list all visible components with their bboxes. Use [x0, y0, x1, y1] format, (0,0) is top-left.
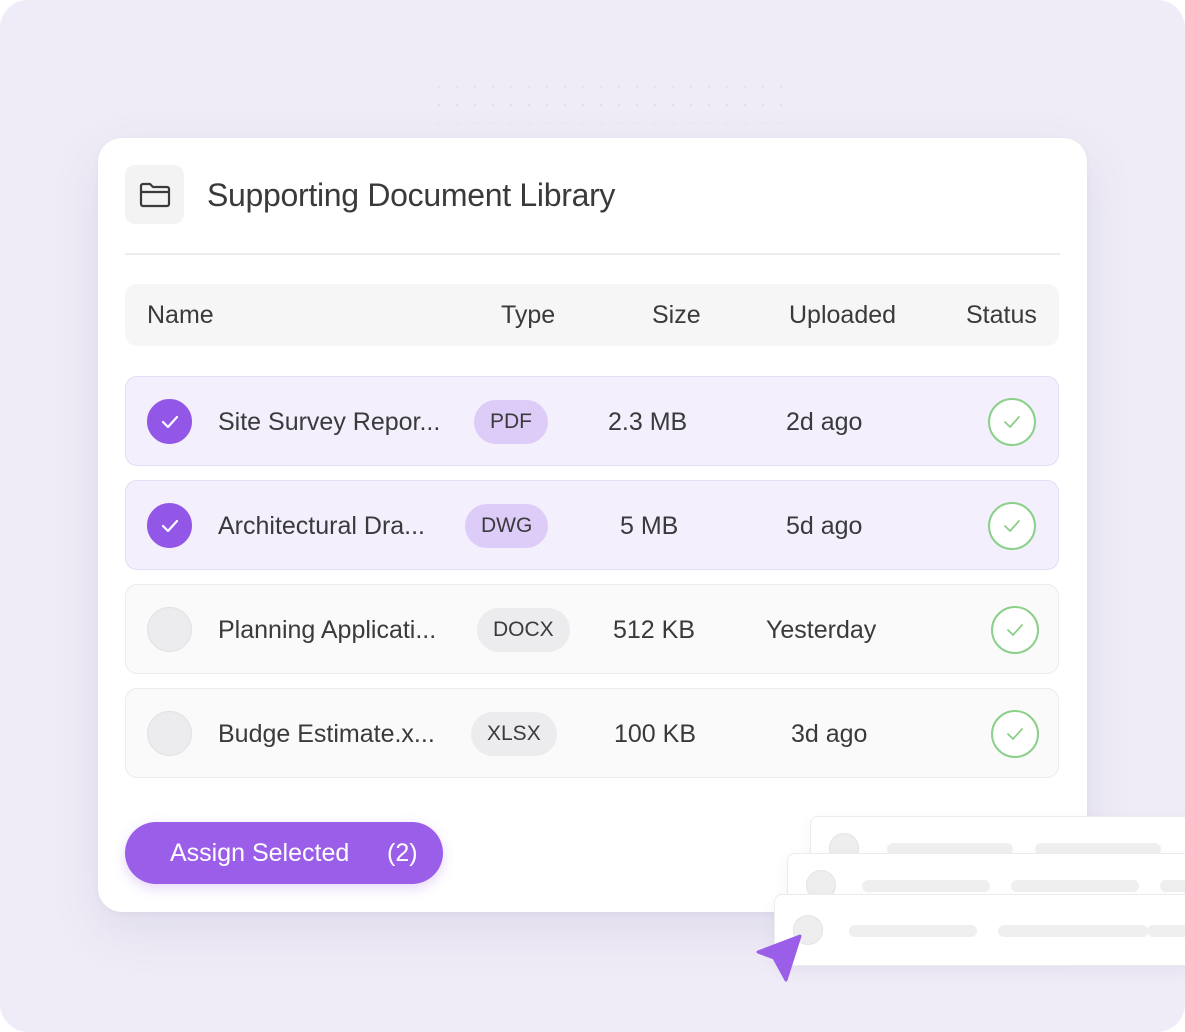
header-divider	[125, 253, 1060, 255]
row-checkbox[interactable]	[147, 607, 192, 652]
file-name: Architectural Dra...	[218, 512, 426, 540]
upload-date: 3d ago	[791, 720, 868, 748]
folder-icon-tile	[125, 165, 184, 224]
placeholder-bar	[862, 880, 990, 892]
table-row[interactable]: Planning Applicati... DOCX 512 KB Yester…	[125, 584, 1059, 674]
drag-preview-row[interactable]	[774, 894, 1185, 966]
upload-date: 2d ago	[786, 408, 863, 436]
check-circle-icon	[1004, 520, 1020, 532]
row-checkbox[interactable]	[147, 399, 192, 444]
table-row[interactable]: Architectural Dra... DWG 5 MB 5d ago	[125, 480, 1059, 570]
file-size: 2.3 MB	[608, 408, 688, 436]
assign-selected-button[interactable]: Assign Selected (2)	[125, 822, 443, 884]
file-type-badge: DWG	[465, 504, 549, 548]
status-badge	[988, 502, 1036, 550]
check-circle-icon	[1004, 416, 1020, 428]
column-header-uploaded[interactable]: Uploaded	[789, 284, 896, 346]
placeholder-bar	[1160, 880, 1185, 892]
file-name: Budge Estimate.x...	[218, 720, 435, 748]
upload-date: 5d ago	[786, 512, 863, 540]
row-checkbox[interactable]	[147, 711, 192, 756]
dot-grid-decoration	[430, 60, 790, 130]
file-type-badge: PDF	[474, 400, 548, 444]
page-title: Supporting Document Library	[207, 177, 616, 213]
document-library-card: Supporting Document Library Name Type Si…	[98, 138, 1087, 912]
placeholder-bar	[1011, 880, 1139, 892]
backdrop: Supporting Document Library Name Type Si…	[0, 0, 1185, 1032]
check-icon	[161, 519, 178, 532]
check-icon	[161, 415, 178, 428]
check-circle-icon	[1007, 728, 1023, 740]
assign-button-label: Assign Selected	[170, 839, 350, 867]
card-header: Supporting Document Library	[125, 165, 1060, 255]
table-header: Name Type Size Uploaded Status	[125, 284, 1059, 346]
column-header-status[interactable]: Status	[966, 284, 1037, 346]
column-header-size[interactable]: Size	[652, 284, 701, 346]
file-size: 100 KB	[614, 720, 697, 748]
file-type-badge: XLSX	[471, 712, 557, 756]
column-header-type[interactable]: Type	[501, 284, 555, 346]
file-type-badge: DOCX	[477, 608, 570, 652]
file-name: Site Survey Repor...	[218, 408, 441, 436]
status-badge	[991, 606, 1039, 654]
column-header-name[interactable]: Name	[147, 284, 214, 346]
assign-selected-count: (2)	[387, 839, 418, 867]
table-row[interactable]: Site Survey Repor... PDF 2.3 MB 2d ago	[125, 376, 1059, 466]
file-size: 512 KB	[613, 616, 696, 644]
check-circle-icon	[1007, 624, 1023, 636]
placeholder-bar	[998, 925, 1148, 937]
upload-date: Yesterday	[766, 616, 877, 644]
file-size: 5 MB	[620, 512, 679, 540]
table-row[interactable]: Budge Estimate.x... XLSX 100 KB 3d ago	[125, 688, 1059, 778]
placeholder-bar	[849, 925, 977, 937]
status-badge	[988, 398, 1036, 446]
cursor-arrow-icon	[756, 934, 802, 982]
placeholder-bar	[1147, 925, 1185, 937]
status-badge	[991, 710, 1039, 758]
folder-icon	[139, 182, 170, 207]
file-name: Planning Applicati...	[218, 616, 437, 644]
row-checkbox[interactable]	[147, 503, 192, 548]
